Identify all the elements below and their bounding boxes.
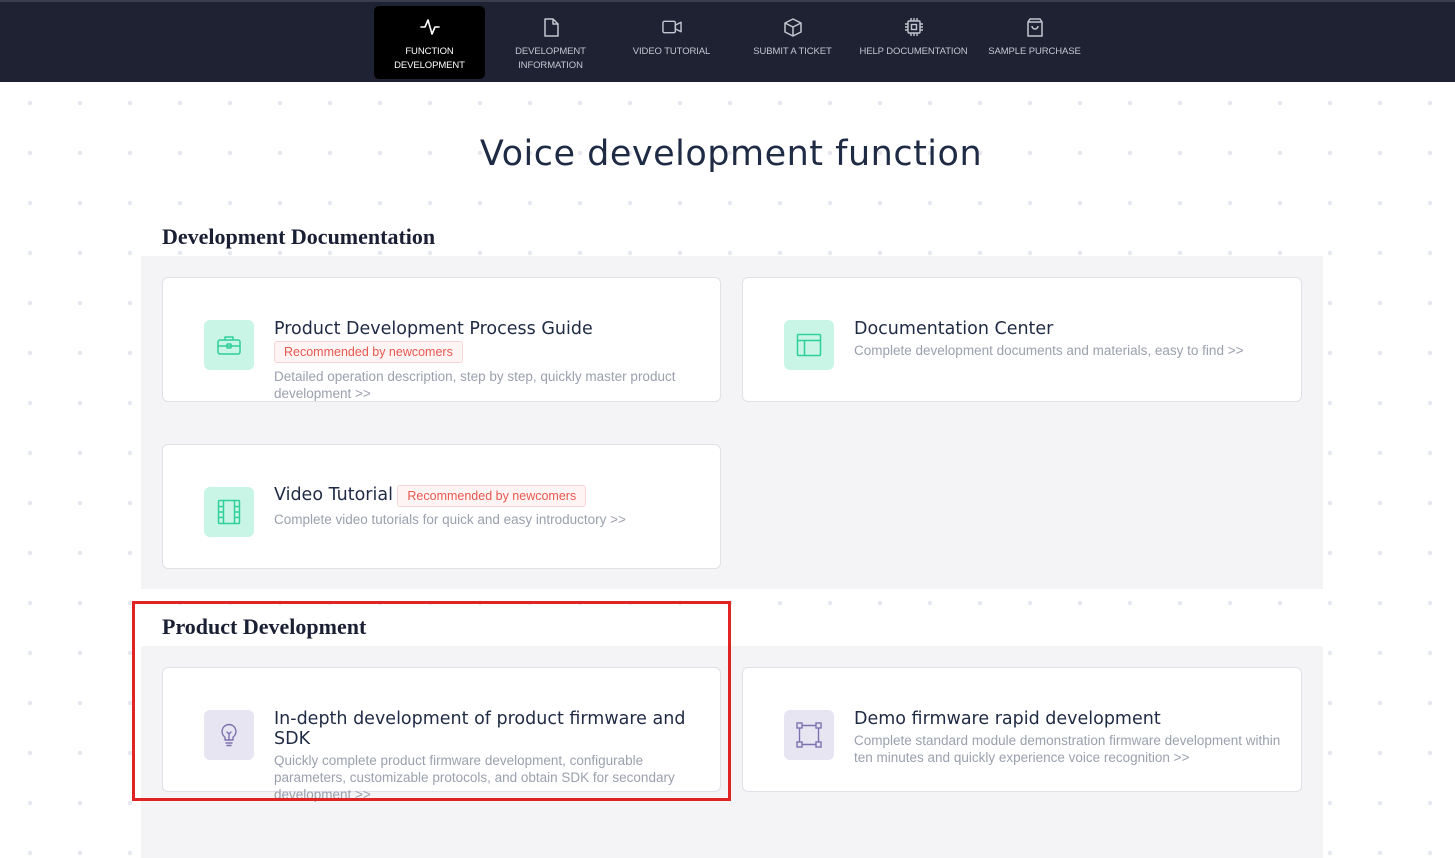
card-title: Demo firmware rapid development <box>854 709 1161 729</box>
nav-label: VIDEO TUTORIAL <box>632 46 711 57</box>
section-heading-product-development: Product Development <box>162 614 367 639</box>
card-documentation-center[interactable]: Documentation Center Complete developmen… <box>742 277 1302 402</box>
nav-label: HELP DOCUMENTATION <box>859 46 968 57</box>
recommended-badge: Recommended by newcomers <box>274 341 463 363</box>
activity-icon <box>419 17 440 37</box>
shopping-bag-icon <box>1025 17 1045 37</box>
card-description: Complete development documents and mater… <box>854 343 1244 358</box>
section-heading-development-documentation: Development Documentation <box>162 224 436 249</box>
card-video-tutorial[interactable]: Video Tutorial Recommended by newcomers … <box>162 444 721 569</box>
lightbulb-icon <box>204 710 254 760</box>
layout-icon <box>784 320 834 370</box>
chip-icon <box>904 17 924 37</box>
card-in-depth-firmware-sdk[interactable]: In-depth development of product firmware… <box>162 667 721 802</box>
nav-item-function-development[interactable]: FUNCTION DEVELOPMENT <box>374 6 485 79</box>
nav-item-development-information[interactable]: DEVELOPMENT INFORMATION <box>495 6 606 79</box>
card-title: Documentation Center <box>854 319 1054 339</box>
page-title: Voice development function <box>479 134 983 174</box>
film-icon <box>204 487 254 537</box>
nav-label: DEVELOPMENT INFORMATION <box>515 46 586 71</box>
document-icon <box>541 17 561 37</box>
nav-item-help-documentation[interactable]: HELP DOCUMENTATION <box>858 6 969 79</box>
card-description: Detailed operation description, step by … <box>274 369 676 401</box>
frame-icon <box>784 710 834 760</box>
video-camera-icon <box>661 17 682 37</box>
card-title: Product Development Process Guide <box>274 319 593 339</box>
nav-item-submit-ticket[interactable]: SUBMIT A TICKET <box>737 6 848 79</box>
toolbox-icon <box>204 320 254 370</box>
card-demo-firmware-rapid-development[interactable]: Demo firmware rapid development Complete… <box>742 667 1302 792</box>
card-description: Complete video tutorials for quick and e… <box>274 512 626 527</box>
card-title: Video Tutorial <box>274 485 393 506</box>
box-icon <box>783 17 803 37</box>
nav-label: SAMPLE PURCHASE <box>988 46 1081 57</box>
card-description: Quickly complete product firmware develo… <box>274 753 675 802</box>
nav-item-video-tutorial[interactable]: VIDEO TUTORIAL <box>616 6 727 79</box>
nav-label: SUBMIT A TICKET <box>753 46 832 57</box>
card-product-development-process-guide[interactable]: Product Development Process Guide Recomm… <box>162 277 721 402</box>
nav-label: FUNCTION DEVELOPMENT <box>394 46 465 71</box>
top-navigation-bar: FUNCTION DEVELOPMENT DEVELOPMENT INFORMA… <box>0 0 1455 82</box>
recommended-badge: Recommended by newcomers <box>397 485 587 507</box>
card-description: Complete standard module demonstration f… <box>854 733 1281 765</box>
card-title: In-depth development of product firmware… <box>274 709 686 749</box>
nav-item-sample-purchase[interactable]: SAMPLE PURCHASE <box>979 6 1090 79</box>
